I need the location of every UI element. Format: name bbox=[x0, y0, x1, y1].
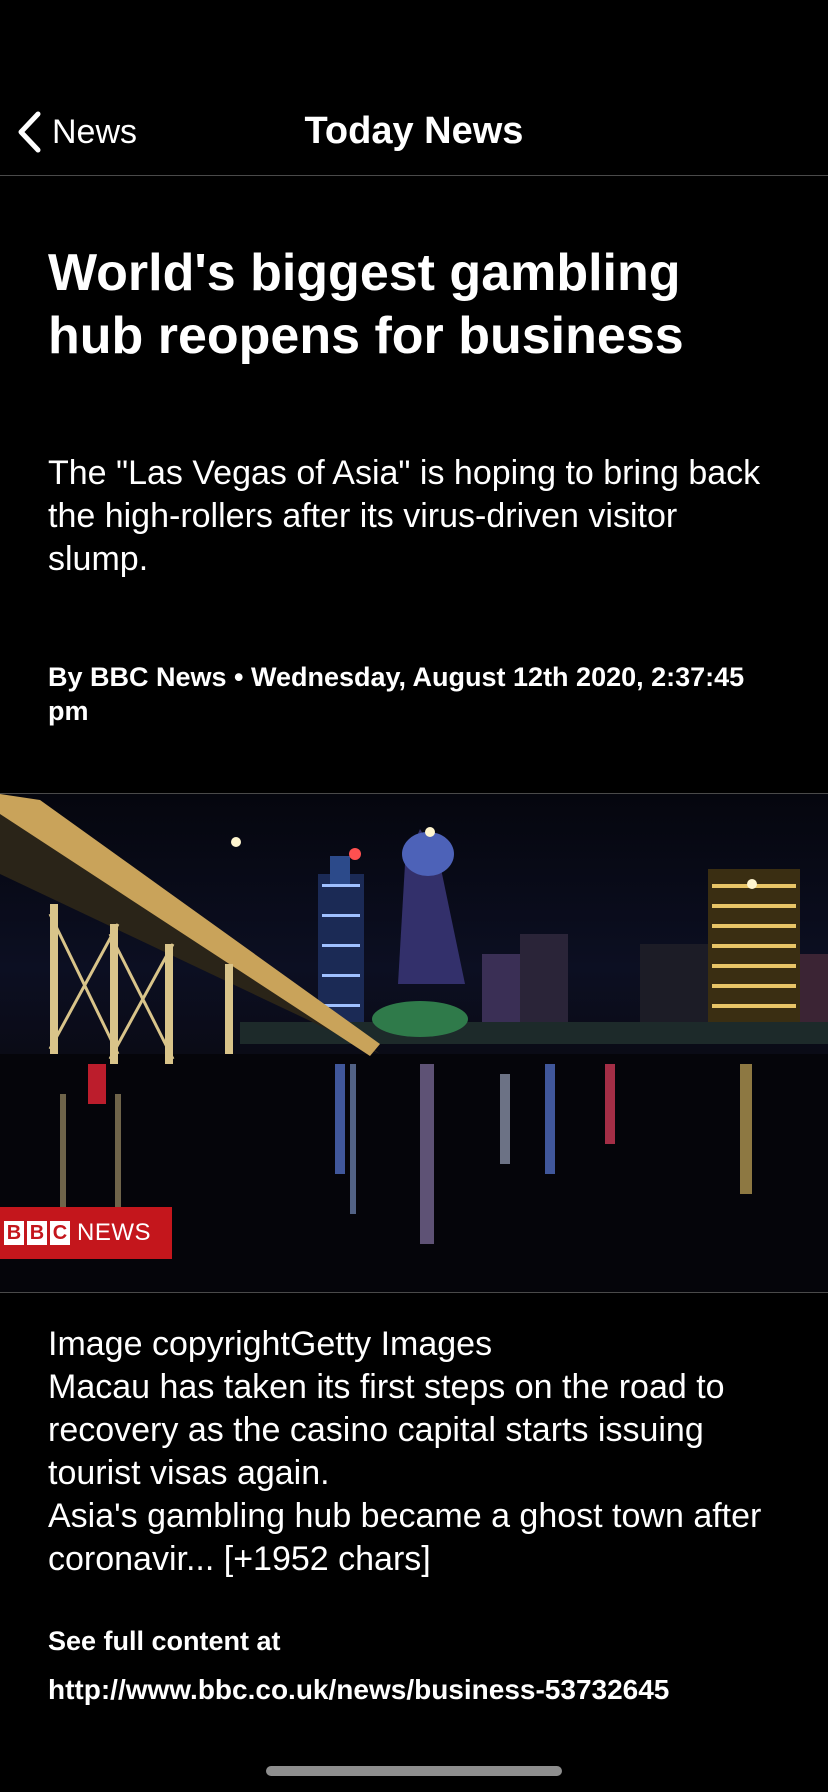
article-image: B B C NEWS bbox=[0, 793, 828, 1293]
article-byline: By BBC News • Wednesday, August 12th 202… bbox=[48, 662, 745, 726]
source-link[interactable]: http://www.bbc.co.uk/news/business-53732… bbox=[48, 1674, 768, 1706]
home-indicator[interactable] bbox=[266, 1766, 562, 1776]
bbc-letter: B bbox=[4, 1221, 24, 1245]
see-full-content-label: See full content at bbox=[48, 1626, 281, 1656]
bbc-news-badge: B B C NEWS bbox=[0, 1207, 172, 1259]
article-summary: The "Las Vegas of Asia" is hoping to bri… bbox=[48, 454, 761, 578]
bbc-letter: C bbox=[50, 1221, 70, 1245]
bbc-letter: B bbox=[27, 1221, 47, 1245]
article-headline: World's biggest gambling hub reopens for… bbox=[48, 244, 684, 366]
page-title: Today News bbox=[304, 110, 524, 152]
navigation-bar: News Today News bbox=[0, 0, 828, 176]
bbc-news-label: NEWS bbox=[77, 1219, 151, 1246]
article-body: Image copyrightGetty Images Macau has ta… bbox=[48, 1325, 762, 1578]
